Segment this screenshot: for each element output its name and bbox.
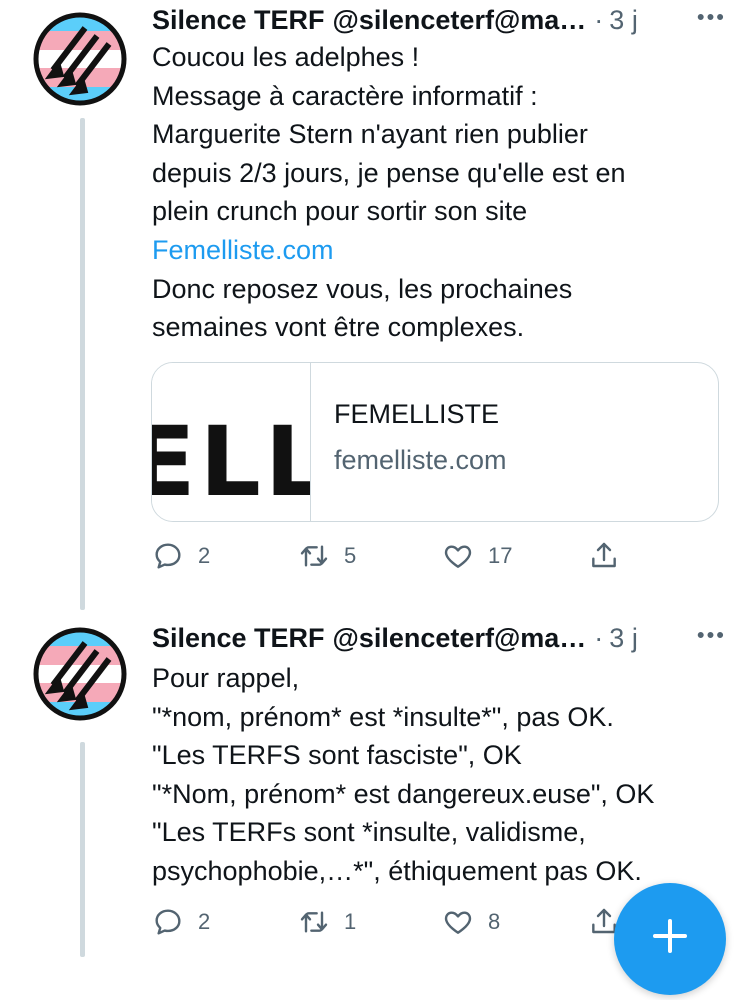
reply-count: 2 <box>198 909 211 934</box>
repost-count: 5 <box>344 543 357 568</box>
text-line: Marguerite Stern n'ayant rien publier <box>152 119 588 150</box>
text-line: Donc reposez vous, les prochaines <box>152 273 573 304</box>
card-thumbnail: ELL <box>152 363 311 521</box>
tweet-header: Silence TERF @silenceterf@ma… · 3 j ••• <box>152 618 730 658</box>
tweet-text: Coucou les adelphes ! Message à caractèr… <box>152 38 732 347</box>
text-line: "Les TERFS sont fasciste", OK <box>152 740 522 771</box>
more-horizontal-icon[interactable]: ••• <box>697 4 726 30</box>
reply-count: 2 <box>198 543 211 568</box>
separator-dot: · <box>594 622 604 653</box>
text-line: Pour rappel, <box>152 663 300 693</box>
text-line: semaines vont être complexes. <box>152 312 525 343</box>
tweet-text: Pour rappel, "*nom, prénom* est *insulte… <box>152 659 732 891</box>
author-handle[interactable]: @silenceterf@ma… <box>333 623 587 654</box>
text-line: plein crunch pour sortir son site <box>152 196 528 227</box>
more-horizontal-icon[interactable]: ••• <box>697 622 726 648</box>
like-count: 17 <box>488 543 513 568</box>
link-preview-card[interactable]: ELL FEMELLISTE femelliste.com <box>151 362 719 522</box>
reply-button[interactable]: 2 <box>152 902 210 942</box>
card-domain: femelliste.com <box>334 445 507 475</box>
share-upload-icon <box>592 542 616 568</box>
thread-line <box>80 118 85 610</box>
thumbnail-lettering: ELL <box>152 406 310 518</box>
like-button[interactable]: 17 <box>442 536 512 576</box>
repost-arrows-icon <box>300 545 328 567</box>
card-thumbnail-image: ELL <box>152 406 310 518</box>
heart-icon <box>444 911 472 934</box>
repost-count: 1 <box>344 909 357 934</box>
text-line: "*Nom, prénom* est dangereux.euse", OK <box>152 778 655 809</box>
like-count: 8 <box>488 909 501 934</box>
tweet-actions: 2 5 17 <box>152 536 632 576</box>
text-line: "Les TERFs sont *insulte, validisme, <box>152 817 586 848</box>
card-title: FEMELLISTE <box>334 399 500 429</box>
author-handle[interactable]: @silenceterf@ma… <box>333 5 587 36</box>
antifa-trans-flag-icon <box>33 627 127 721</box>
timestamp[interactable]: 3 j <box>609 5 638 36</box>
repost-button[interactable]: 5 <box>298 536 356 576</box>
thread-line <box>80 742 85 957</box>
timestamp[interactable]: 3 j <box>609 623 638 654</box>
plus-icon <box>653 919 687 953</box>
text-line: "*nom, prénom* est *insulte*", pas OK. <box>152 701 614 732</box>
author-name[interactable]: Silence TERF <box>152 623 325 654</box>
antifa-trans-flag-icon <box>33 12 127 106</box>
tweet-actions: 2 1 8 <box>152 902 632 942</box>
heart-icon <box>444 545 472 568</box>
reply-button[interactable]: 2 <box>152 536 210 576</box>
repost-button[interactable]: 1 <box>298 902 356 942</box>
speech-bubble-icon <box>155 909 181 935</box>
compose-button[interactable] <box>614 883 726 995</box>
avatar[interactable] <box>33 12 127 106</box>
text-line: Message à caractère informatif : <box>152 80 538 111</box>
repost-arrows-icon <box>300 911 328 933</box>
text-line: depuis 2/3 jours, je pense qu'elle est e… <box>152 157 626 188</box>
website-link[interactable]: Femelliste.com <box>152 235 334 265</box>
avatar[interactable] <box>33 627 127 721</box>
speech-bubble-icon <box>155 543 181 569</box>
text-line: Coucou les adelphes ! <box>152 42 420 72</box>
separator-dot: · <box>594 4 604 35</box>
share-button[interactable] <box>588 536 620 576</box>
tweet-header: Silence TERF @silenceterf@ma… · 3 j ••• <box>152 0 730 40</box>
like-button[interactable]: 8 <box>442 902 500 942</box>
author-name[interactable]: Silence TERF <box>152 5 325 36</box>
